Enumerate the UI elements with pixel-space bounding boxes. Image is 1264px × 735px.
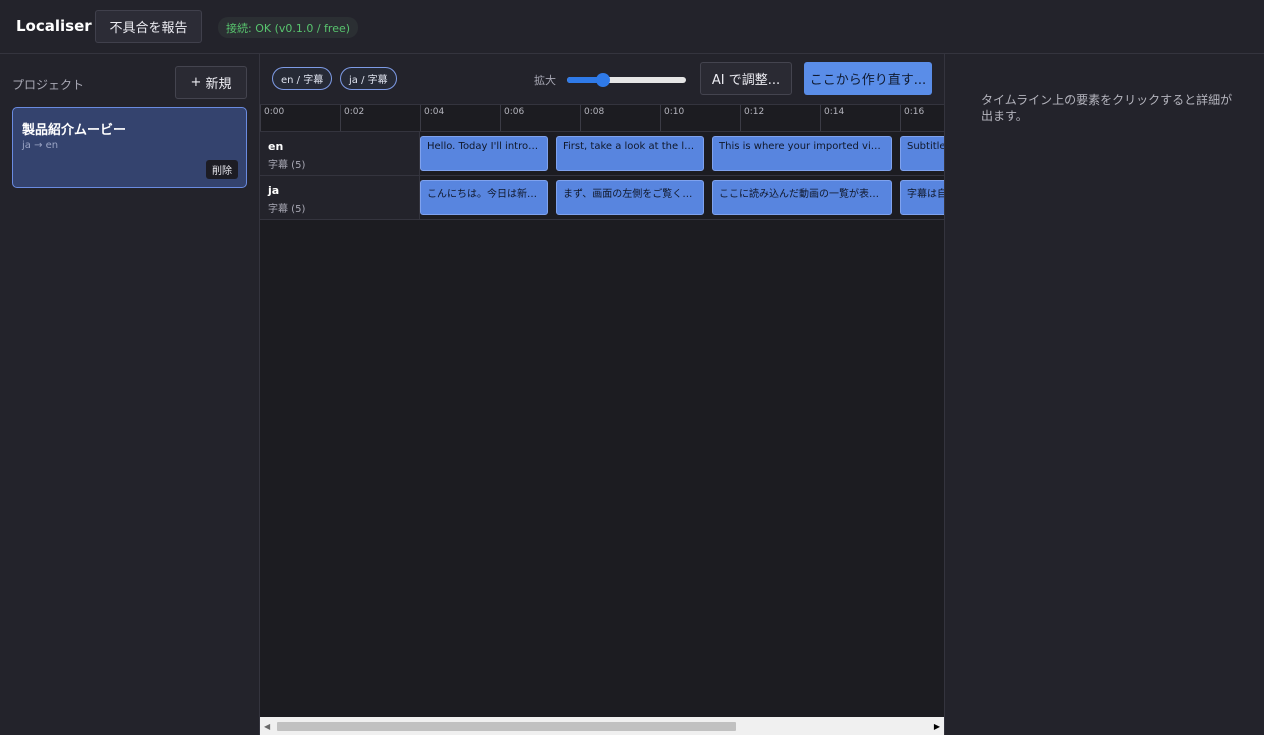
track-chip-ja[interactable]: ja / 字幕 [340, 67, 397, 90]
zoom-label: 拡大 [534, 74, 556, 87]
track-ja: ja 字幕 (5) こんにちは。今日は新し... まず、画面の左側をご覧くだ..… [260, 176, 944, 220]
new-project-button[interactable]: + 新規 [175, 66, 247, 99]
track-header-en[interactable]: en 字幕 (5) [260, 132, 420, 175]
subtitle-clip[interactable]: Hello. Today I'll introd... [420, 136, 548, 171]
project-sidebar: プロジェクト + 新規 製品紹介ムービー ja → en 削除 [0, 54, 260, 735]
project-languages: ja → en [22, 140, 59, 151]
timeline-panel: en / 字幕 ja / 字幕 拡大 AI で調整... ここから作り直す...… [260, 54, 944, 735]
connection-status-badge: 接続: OK (v0.1.0 / free) [218, 17, 359, 38]
subtitle-clip[interactable]: こんにちは。今日は新し... [420, 180, 548, 215]
timeline-toolbar: en / 字幕 ja / 字幕 拡大 AI で調整... ここから作り直す... [260, 54, 944, 104]
subtitle-clip[interactable]: ここに読み込んだ動画の一覧が表示... [712, 180, 892, 215]
subtitle-clip[interactable]: First, take a look at the lef... [556, 136, 704, 171]
plus-icon: + [190, 75, 202, 90]
time-ruler: 0:00 0:02 0:04 0:06 0:08 0:10 0:12 0:14 … [260, 104, 944, 132]
horizontal-scrollbar[interactable]: ◀ ▶ [260, 717, 944, 735]
ruler-tick: 0:08 [580, 105, 660, 131]
report-bug-button[interactable]: 不具合を報告 [95, 10, 202, 43]
scroll-right-arrow-icon[interactable]: ▶ [934, 722, 940, 731]
track-chip-en[interactable]: en / 字幕 [272, 67, 333, 90]
new-project-label: 新規 [205, 77, 232, 92]
track-subtitle-count: 字幕 (5) [268, 160, 306, 171]
zoom-slider[interactable] [567, 73, 686, 87]
project-name: 製品紹介ムービー [22, 123, 127, 138]
ruler-tick: 0:02 [340, 105, 420, 131]
ruler-tick: 0:14 [820, 105, 900, 131]
top-bar: Localiser 不具合を報告 接続: OK (v0.1.0 / free) [0, 0, 1264, 54]
track-en: en 字幕 (5) Hello. Today I'll introd... Fi… [260, 132, 944, 176]
ruler-tick: 0:12 [740, 105, 820, 131]
subtitle-clip[interactable]: Subtitle [900, 136, 944, 171]
ruler-tick: 0:10 [660, 105, 740, 131]
detail-panel: タイムライン上の要素をクリックすると詳細が出ます。 [944, 54, 1264, 735]
ruler-tick: 0:04 [420, 105, 500, 131]
subtitle-clip[interactable]: This is where your imported vid... [712, 136, 892, 171]
track-header-ja[interactable]: ja 字幕 (5) [260, 176, 420, 219]
subtitle-clip[interactable]: まず、画面の左側をご覧くだ... [556, 180, 704, 215]
detail-placeholder: タイムライン上の要素をクリックすると詳細が出ます。 [981, 93, 1233, 123]
project-card[interactable]: 製品紹介ムービー ja → en 削除 [12, 107, 247, 188]
sidebar-title: プロジェクト [12, 78, 85, 92]
ruler-tick: 0:16 [900, 105, 944, 131]
app-title: Localiser [16, 17, 92, 35]
ruler-tick: 0:00 [260, 105, 340, 131]
subtitle-clip[interactable]: 字幕は自 [900, 180, 944, 215]
track-name: en [268, 140, 284, 153]
track-subtitle-count: 字幕 (5) [268, 204, 306, 215]
scrollbar-thumb[interactable] [277, 722, 736, 731]
ruler-tick: 0:06 [500, 105, 580, 131]
rebuild-from-here-button[interactable]: ここから作り直す... [804, 62, 932, 95]
scroll-left-arrow-icon[interactable]: ◀ [264, 722, 270, 731]
track-name: ja [268, 184, 280, 197]
zoom-slider-thumb[interactable] [595, 73, 610, 87]
ai-adjust-button[interactable]: AI で調整... [700, 62, 792, 95]
delete-project-button[interactable]: 削除 [206, 160, 238, 179]
